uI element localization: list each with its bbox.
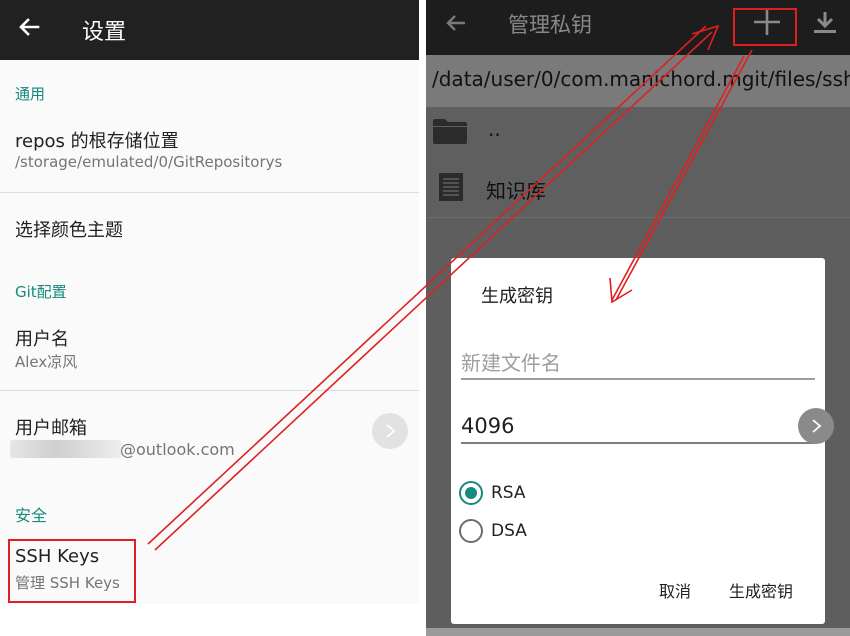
radio-label-dsa: DSA [491,521,527,541]
annotation-highlight-add-button [733,8,797,46]
download-icon[interactable] [812,10,838,36]
file-name: .. [488,117,501,141]
divider [0,390,419,391]
key-length-field [461,410,815,444]
screenshot-composite: 设置 通用 repos 的根存储位置 /storage/emulated/0/G… [0,0,850,636]
section-header-general: 通用 [15,85,46,103]
manage-keys-screen: 管理私钥 /data/user/0/com.manichord.mgit/fil… [426,0,850,636]
repo-location-label: repos 的根存储位置 [15,131,179,152]
filename-field [461,348,815,380]
annotation-highlight-ssh-keys [8,539,136,603]
page-title: 设置 [82,20,127,45]
chevron-right-icon[interactable] [798,408,834,444]
document-icon [439,173,463,201]
divider [0,192,419,193]
repo-location-value: /storage/emulated/0/GitRepositorys [15,153,283,171]
panel-separator [419,0,426,636]
generate-key-dialog: 生成密钥 RSA DSA 取消 生成密钥 [451,258,825,624]
file-name: 知识库 [486,179,546,203]
current-path-bar: /data/user/0/com.manichord.mgit/files/ss… [426,55,850,107]
page-title: 管理私钥 [508,13,592,37]
bottom-spacer [0,604,419,636]
section-header-git: Git配置 [15,283,67,301]
filename-input[interactable] [461,348,815,378]
redacted-email-blur [10,440,122,458]
settings-toolbar: 设置 [0,0,419,60]
radio-rsa-selected[interactable] [459,481,483,505]
settings-screen: 设置 通用 repos 的根存储位置 /storage/emulated/0/G… [0,0,419,636]
folder-icon [433,119,467,144]
key-length-input[interactable] [461,410,815,442]
email-value: @outlook.com [120,440,235,459]
radio-label-rsa: RSA [491,483,526,503]
email-label: 用户邮箱 [15,418,87,439]
username-label: 用户名 [15,329,69,350]
radio-dsa[interactable] [459,519,483,543]
bottom-edge [426,628,850,636]
username-value: Alex凉风 [15,353,78,371]
generate-key-button[interactable]: 生成密钥 [729,578,793,602]
section-header-security: 安全 [15,506,48,525]
color-theme-setting[interactable]: 选择颜色主题 [15,216,123,242]
back-arrow-icon[interactable] [16,14,42,40]
cancel-button[interactable]: 取消 [659,578,691,602]
back-arrow-icon[interactable] [444,11,468,35]
file-list: .. 知识库 [426,107,850,217]
divider [426,217,850,218]
dialog-title: 生成密钥 [481,286,553,307]
current-path: /data/user/0/com.manichord.mgit/files/ss… [432,67,850,91]
chevron-right-icon[interactable] [372,413,408,449]
